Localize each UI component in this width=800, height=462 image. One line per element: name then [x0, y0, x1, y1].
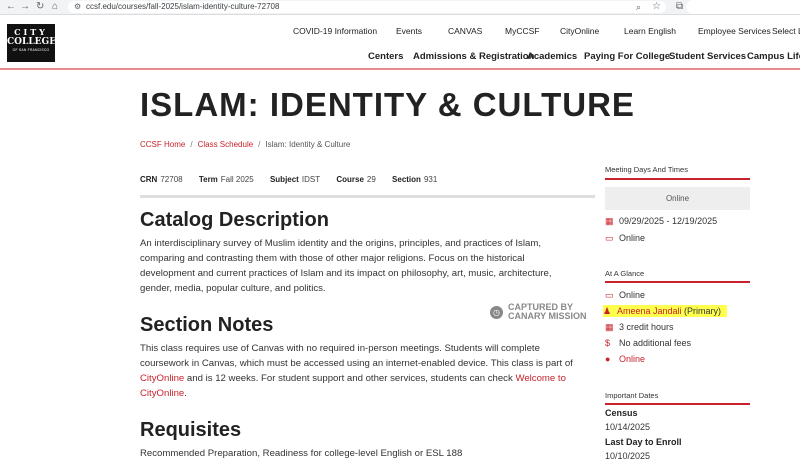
laptop-icon: ▭	[605, 290, 614, 300]
course-value: 29	[366, 175, 376, 184]
breadcrumb-home[interactable]: CCSF Home	[140, 140, 185, 149]
campus-link[interactable]: Online	[619, 354, 645, 364]
zoom-icon[interactable]: ⌕	[636, 1, 641, 13]
calendar-icon: ▦	[605, 322, 614, 332]
forward-icon[interactable]: →	[20, 1, 30, 13]
logo-college: COLLEGE	[7, 37, 57, 47]
meta-divider	[140, 195, 595, 198]
nav-cityonline[interactable]: CityOnline	[560, 26, 599, 36]
ccsf-logo[interactable]: CITY COLLEGE OF SAN FRANCISCO	[7, 24, 57, 62]
nav-myccsf[interactable]: MyCCSF	[505, 26, 539, 36]
notes-text-1: This class requires use of Canvas with n…	[140, 343, 573, 369]
nav-employee-services[interactable]: Employee Services	[698, 26, 771, 36]
last-day-enroll-label: Last Day to Enroll	[605, 437, 682, 447]
section-notes-text: This class requires use of Canvas with n…	[140, 341, 580, 401]
section-label: Section	[392, 175, 421, 184]
term-value: Fall 2025	[220, 175, 254, 184]
home-icon[interactable]: ⌂	[52, 1, 58, 13]
crn-value: 72708	[160, 175, 183, 184]
back-icon[interactable]: ←	[6, 1, 16, 13]
subject-value: IDST	[301, 175, 321, 184]
dollar-icon: $	[605, 338, 611, 348]
meeting-times-rule	[605, 178, 750, 180]
browser-toolbar: ← → ↻ ⌂ ⚙ ccsf.edu/courses/fall-2025/isl…	[0, 0, 800, 15]
header-divider	[0, 68, 800, 70]
subject-label: Subject	[269, 175, 299, 184]
calendar-icon: ▦	[605, 216, 614, 226]
nav-learn-english[interactable]: Learn English	[624, 26, 676, 36]
course-meta: CRN 72708 Term Fall 2025 Subject IDST Cours…	[140, 175, 451, 184]
meeting-location: ▭ Online	[605, 233, 646, 243]
instructor-role: (Primary)	[681, 306, 722, 316]
nav-student-services[interactable]: Student Services	[669, 51, 746, 62]
breadcrumb-class-schedule[interactable]: Class Schedule	[198, 140, 254, 149]
important-dates-label: Important Dates	[605, 391, 659, 400]
glance-instructor: ♟ Ameena Jandali (Primary)	[603, 305, 728, 317]
crn-label: CRN	[140, 175, 158, 184]
catalog-description: An interdisciplinary survey of Muslim id…	[140, 238, 552, 294]
census-label: Census	[605, 408, 638, 418]
instructor-link[interactable]: Ameena Jandali	[617, 306, 682, 316]
meeting-dates: ▦ 09/29/2025 - 12/19/2025	[605, 216, 718, 226]
requisites-text: Recommended Preparation, Readiness for c…	[140, 448, 463, 459]
clock-icon: ◷	[490, 306, 503, 319]
important-dates-rule	[605, 403, 750, 405]
at-a-glance-label: At A Glance	[605, 269, 645, 278]
profile-pill[interactable]	[686, 0, 800, 14]
person-icon: ♟	[603, 306, 612, 316]
glance-mode: ▭ Online	[605, 290, 646, 300]
instructor-highlight: ♟ Ameena Jandali (Primary)	[603, 305, 728, 317]
requisites-heading: Requisites	[140, 419, 242, 441]
laptop-icon: ▭	[605, 233, 614, 243]
nav-events[interactable]: Events	[396, 26, 422, 36]
glance-campus: ● Online	[605, 353, 645, 365]
notes-text-2: and is 12 weeks. For student support and…	[184, 373, 516, 384]
bookmark-star-icon[interactable]: ☆	[652, 1, 661, 13]
nav-paying-for-college[interactable]: Paying For College	[584, 51, 670, 62]
reload-icon[interactable]: ↻	[36, 1, 44, 13]
nav-canvas[interactable]: CANVAS	[448, 26, 482, 36]
section-value: 931	[423, 175, 438, 184]
nav-covid[interactable]: COVID-19 Information	[293, 26, 377, 36]
url-text[interactable]: ccsf.edu/courses/fall-2025/islam-identit…	[86, 1, 279, 13]
map-pin-icon: ●	[605, 354, 611, 364]
notes-text-3: .	[184, 388, 187, 399]
nav-select-language[interactable]: Select La	[772, 26, 800, 36]
nav-admissions[interactable]: Admissions & Registration	[413, 51, 534, 62]
section-notes-heading: Section Notes	[140, 314, 274, 336]
page-title: ISLAM: IDENTITY & CULTURE	[140, 86, 635, 123]
breadcrumb-separator: /	[258, 140, 261, 149]
cityonline-link[interactable]: CityOnline	[140, 373, 184, 384]
breadcrumb-current: Islam: Identity & Culture	[265, 140, 351, 149]
breadcrumb: CCSF Home / Class Schedule / Islam: Identity…	[140, 140, 350, 149]
glance-fees: $ No additional fees	[605, 338, 692, 348]
term-label: Term	[198, 175, 218, 184]
glance-credits: ▦ 3 credit hours	[605, 322, 674, 332]
extensions-icon[interactable]: ⧉	[676, 1, 683, 13]
catalog-heading: Catalog Description	[140, 209, 329, 231]
last-day-enroll-date: 10/10/2025	[605, 451, 651, 461]
logo-sf: OF SAN FRANCISCO	[12, 48, 50, 52]
at-a-glance-rule	[605, 281, 750, 283]
nav-academics[interactable]: Academics	[527, 51, 577, 62]
meeting-mode-box: Online	[605, 187, 750, 210]
census-date: 10/14/2025	[605, 422, 651, 432]
address-bar[interactable]: ⚙ ccsf.edu/courses/fall-2025/islam-ident…	[68, 1, 666, 13]
logo-city: CITY	[14, 27, 48, 37]
meeting-times-label: Meeting Days And Times	[605, 165, 688, 174]
nav-campus-life[interactable]: Campus Life	[747, 51, 800, 62]
watermark-line-2: CANARY MISSION	[508, 311, 587, 321]
breadcrumb-separator: /	[190, 140, 193, 149]
course-label: Course	[336, 175, 364, 184]
site-info-icon[interactable]: ⚙	[74, 1, 81, 13]
nav-centers[interactable]: Centers	[368, 51, 403, 62]
